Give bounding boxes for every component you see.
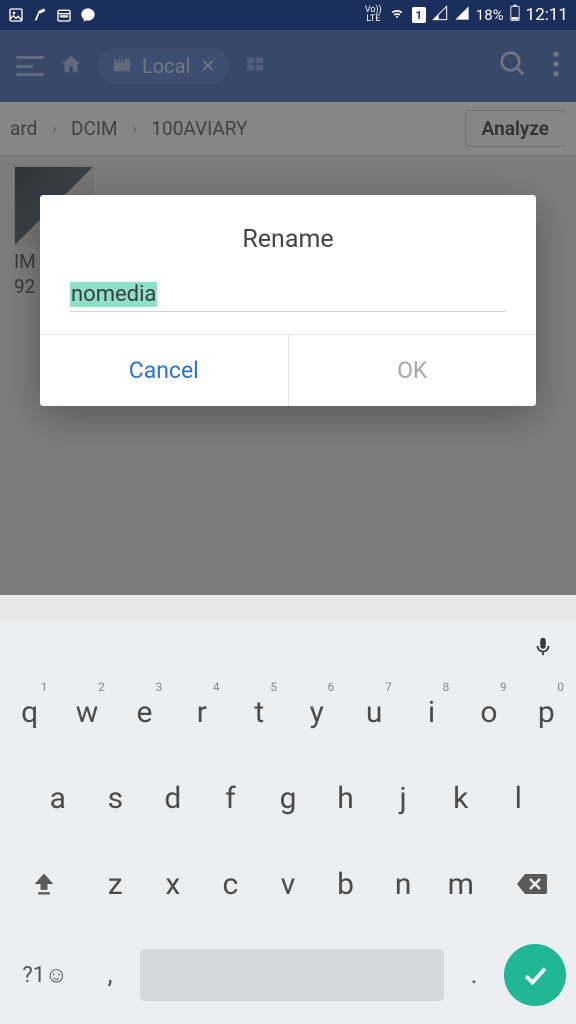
key-u[interactable]: u7 xyxy=(348,676,399,748)
key-v[interactable]: v xyxy=(262,848,314,920)
key-j[interactable]: j xyxy=(377,762,429,834)
space-key[interactable] xyxy=(140,949,444,1001)
key-f[interactable]: f xyxy=(205,762,257,834)
key-o[interactable]: o9 xyxy=(463,676,514,748)
key-s[interactable]: s xyxy=(90,762,142,834)
signal-1-icon xyxy=(432,5,448,25)
key-w[interactable]: w2 xyxy=(61,676,112,748)
sim-indicator: 1 xyxy=(412,7,426,23)
key-g[interactable]: g xyxy=(262,762,314,834)
cancel-button[interactable]: Cancel xyxy=(40,335,289,406)
key-y[interactable]: y6 xyxy=(291,676,342,748)
cleaner-icon xyxy=(32,7,48,23)
key-c[interactable]: c xyxy=(205,848,257,920)
backspace-key[interactable] xyxy=(493,848,572,920)
period-key[interactable]: . xyxy=(454,960,494,990)
key-k[interactable]: k xyxy=(435,762,487,834)
calendar-icon xyxy=(56,7,72,23)
key-l[interactable]: l xyxy=(492,762,544,834)
battery-icon xyxy=(510,4,520,26)
image-icon xyxy=(8,7,24,23)
key-b[interactable]: b xyxy=(320,848,372,920)
key-e[interactable]: e3 xyxy=(119,676,170,748)
key-t[interactable]: t5 xyxy=(234,676,285,748)
enter-key[interactable] xyxy=(504,944,566,1006)
key-x[interactable]: x xyxy=(147,848,199,920)
key-r[interactable]: r4 xyxy=(176,676,227,748)
soft-keyboard: q1w2e3r4t5y6u7i8o9p0 asdfghjkl zxcvbnm ?… xyxy=(0,620,576,1024)
key-z[interactable]: z xyxy=(89,848,141,920)
key-a[interactable]: a xyxy=(32,762,84,834)
key-i[interactable]: i8 xyxy=(406,676,457,748)
key-h[interactable]: h xyxy=(320,762,372,834)
clock-text: 12:11 xyxy=(526,5,568,25)
key-n[interactable]: n xyxy=(377,848,429,920)
key-p[interactable]: p0 xyxy=(521,676,572,748)
volte-indicator: Vo))LTE xyxy=(365,6,382,24)
mic-icon[interactable] xyxy=(532,632,554,664)
signal-2-icon xyxy=(454,5,470,25)
key-q[interactable]: q1 xyxy=(4,676,55,748)
rename-dialog: Rename nomedia Cancel OK xyxy=(40,195,536,406)
battery-percent: 18% xyxy=(476,6,504,24)
rename-input[interactable]: nomedia xyxy=(70,278,506,312)
status-bar: Vo))LTE 1 18% 12:11 xyxy=(0,0,576,30)
shift-key[interactable] xyxy=(4,848,83,920)
messenger-icon xyxy=(80,7,96,23)
dialog-title: Rename xyxy=(40,195,536,278)
key-m[interactable]: m xyxy=(435,848,487,920)
key-d[interactable]: d xyxy=(147,762,199,834)
symbols-key[interactable]: ?1☺ xyxy=(10,962,80,988)
comma-key[interactable]: , xyxy=(90,960,130,990)
ok-button[interactable]: OK xyxy=(289,335,537,406)
wifi-icon xyxy=(388,5,406,25)
